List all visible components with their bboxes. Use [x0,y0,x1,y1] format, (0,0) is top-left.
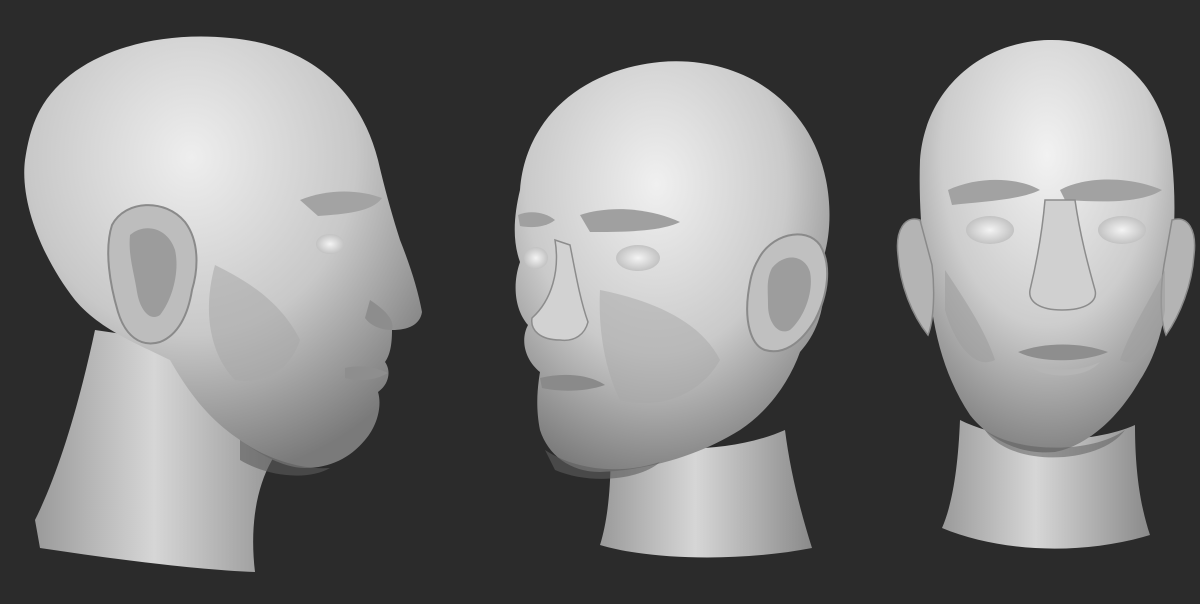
head-three-quarter [514,61,830,558]
eye-three-quarter-right [616,245,660,271]
head-profile-left [24,36,422,572]
eye-front-right [1098,216,1146,244]
eye-front-left [966,216,1014,244]
eye-profile [316,234,344,254]
head-front [896,39,1196,549]
eye-three-quarter-left [524,247,548,269]
render-canvas [24,36,1196,572]
sculpt-viewport [0,0,1200,604]
